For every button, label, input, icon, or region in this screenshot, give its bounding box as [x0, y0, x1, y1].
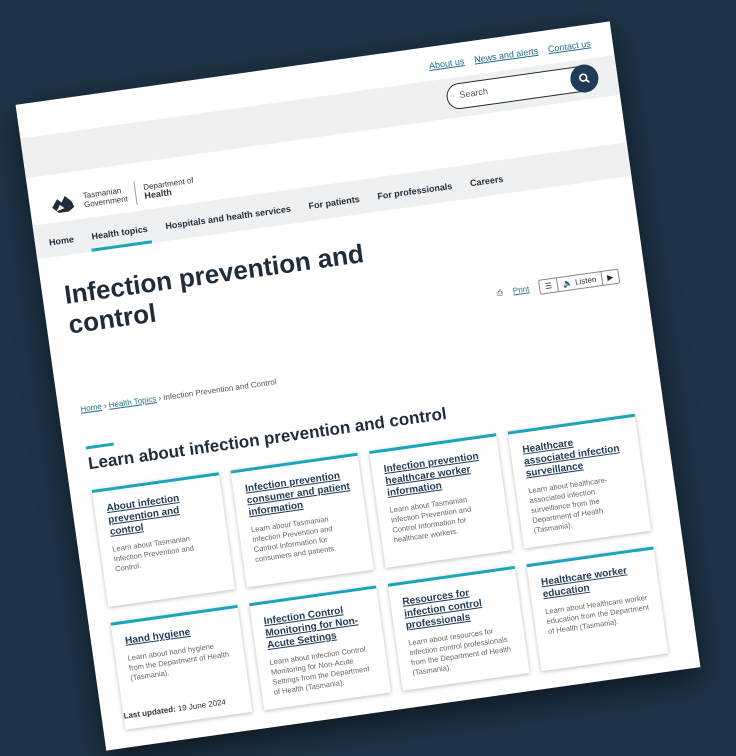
card-description: Learn about Tasmanian Infection Preventi…	[388, 494, 472, 545]
nav-hospitals-and-health-services[interactable]: Hospitals and health services	[163, 203, 295, 241]
nav-careers[interactable]: Careers	[467, 174, 507, 199]
tasmanian-government-logo-icon	[52, 195, 75, 213]
breadcrumb: Home › Health Topics › Infection Prevent…	[80, 377, 277, 413]
card-description: Learn about resources for infection cont…	[407, 626, 512, 678]
logo-divider	[133, 181, 138, 206]
card-title[interactable]: Infection prevention healthcare worker i…	[383, 450, 491, 500]
card-description: Learn about Tasmanian Infection Preventi…	[250, 514, 337, 564]
card-description: Learn about Healthcare worker education …	[544, 592, 650, 636]
search-icon	[579, 73, 591, 84]
section-accent-line	[85, 442, 114, 450]
topic-card[interactable]: Infection Control Monitoring for Non-Acu…	[249, 585, 391, 711]
listen-player: ☰ 🔈 Listen ▶	[538, 268, 621, 295]
topic-card[interactable]: Infection prevention healthcare worker i…	[369, 433, 513, 568]
card-title[interactable]: About infection prevention and control	[106, 489, 214, 539]
nav-health-topics[interactable]: Health topics	[88, 223, 152, 252]
nav-for-patients[interactable]: For patients	[306, 194, 364, 222]
web-page: About us News and alerts Contact us Sear…	[15, 21, 701, 751]
card-title[interactable]: Resources for infection control professi…	[402, 582, 510, 632]
breadcrumb-health-topics[interactable]: Health Topics	[108, 394, 157, 410]
card-title[interactable]: Infection Control Monitoring for Non-Acu…	[263, 602, 371, 652]
department-name: Department of Health	[142, 175, 195, 201]
link-about-us[interactable]: About us	[428, 56, 465, 71]
card-description: Learn about healthcare-associated infect…	[527, 475, 608, 535]
print-icon[interactable]: ⎙	[496, 287, 504, 298]
topic-card[interactable]: About infection prevention and control L…	[91, 472, 236, 607]
link-news-and-alerts[interactable]: News and alerts	[473, 46, 538, 65]
government-name: Tasmanian Government	[82, 186, 129, 210]
card-description: Learn about hand hygiene from the Depart…	[127, 641, 230, 683]
card-description: Learn about Tasmanian Infection Preventi…	[111, 533, 195, 574]
print-link[interactable]: Print	[512, 284, 530, 295]
search-placeholder: Search	[458, 86, 489, 100]
page-title: Infection prevention and control	[62, 238, 366, 340]
listen-button[interactable]: 🔈 Listen	[557, 272, 604, 292]
breadcrumb-current: Infection Prevention and Control	[162, 377, 278, 403]
breadcrumb-home[interactable]: Home	[80, 402, 102, 414]
link-contact-us[interactable]: Contact us	[547, 38, 591, 54]
nav-home[interactable]: Home	[46, 234, 78, 258]
play-icon[interactable]: ▶	[601, 270, 619, 285]
page-tools: ⎙ Print ☰ 🔈 Listen ▶	[496, 268, 621, 301]
card-title[interactable]: Healthcare associated infection surveill…	[522, 430, 630, 480]
topic-card[interactable]: Resources for infection control professi…	[387, 565, 530, 691]
topic-card[interactable]: Infection prevention consumer and patien…	[230, 452, 374, 588]
nav-for-professionals[interactable]: For professionals	[375, 181, 457, 212]
card-title[interactable]: Infection prevention consumer and patien…	[244, 469, 352, 519]
card-description: Learn about Infection Control Monitoring…	[268, 644, 371, 697]
menu-icon[interactable]: ☰	[539, 278, 560, 294]
topic-card[interactable]: Healthcare worker education Learn about …	[526, 546, 669, 672]
topic-card[interactable]: Healthcare associated infection surveill…	[507, 413, 651, 549]
speaker-icon: 🔈	[562, 278, 574, 289]
